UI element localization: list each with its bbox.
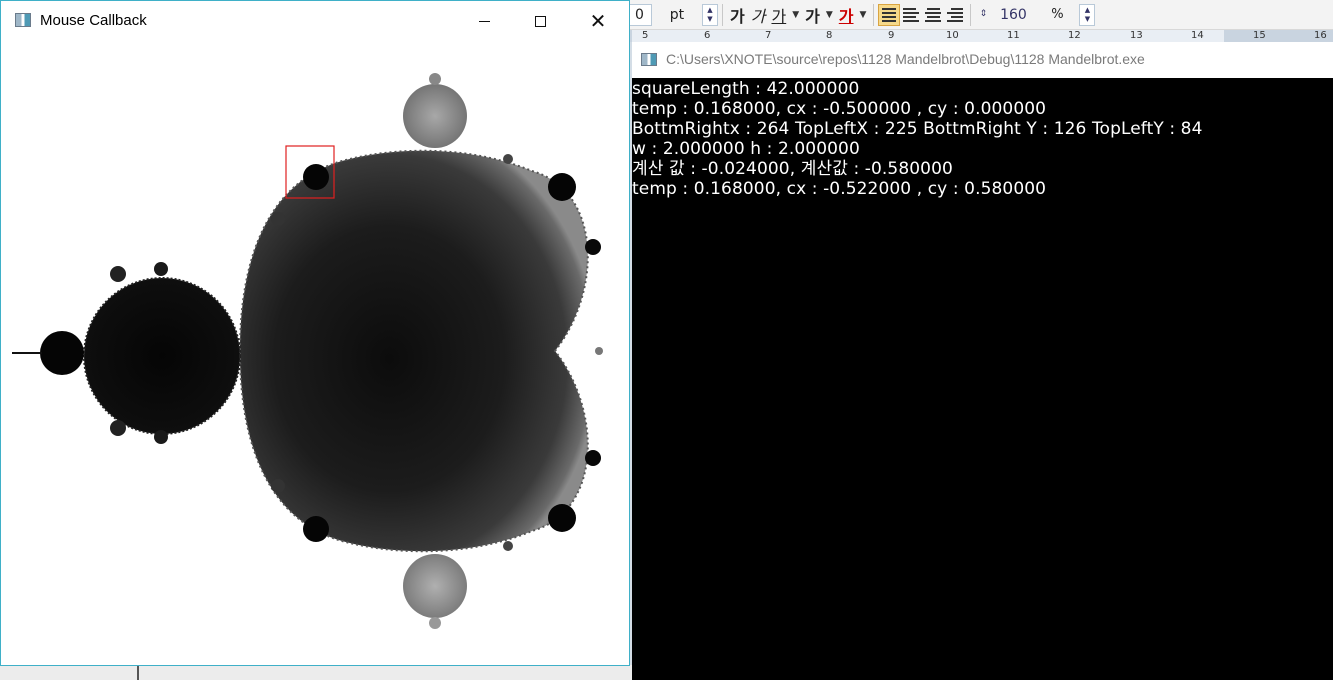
console-line: BottmRightx : 264 TopLeftX : 225 BottmRi… <box>632 119 1203 139</box>
ruler-number: 9 <box>888 30 895 41</box>
line-spacing-unit: % <box>1051 7 1064 22</box>
align-center-icon[interactable] <box>922 4 944 26</box>
close-icon: ✕ <box>589 9 607 33</box>
align-right-icon[interactable] <box>944 4 966 26</box>
console-titlebar[interactable]: C:\Users\XNOTE\source\repos\1128 Mandelb… <box>632 42 1333 78</box>
maximize-button[interactable] <box>517 1 563 41</box>
font-color-dropdown-icon[interactable]: ▼ <box>857 10 870 20</box>
toolbar-divider <box>873 3 875 26</box>
toolbar-divider <box>722 3 723 26</box>
strikethrough-dropdown-icon[interactable]: ▼ <box>823 10 836 20</box>
background-toolbar: 0 pt ▲ ▼ 가 가 가 ▼ 가 ▼ 가 ▼ ⇕ 160 % ▲ ▼ <box>628 0 1333 30</box>
background-statusbar <box>0 665 632 680</box>
font-size-field[interactable]: 0 <box>628 3 652 26</box>
ruler-number: 14 <box>1191 30 1204 41</box>
console-icon <box>641 53 657 66</box>
close-button[interactable]: ✕ <box>575 1 621 41</box>
mandelbrot-main-cardioid <box>238 149 589 553</box>
ruler-number: 13 <box>1130 30 1143 41</box>
italic-button[interactable]: 가 <box>748 3 769 27</box>
ruler-number: 11 <box>1007 30 1020 41</box>
console-window: C:\Users\XNOTE\source\repos\1128 Mandelb… <box>632 42 1333 680</box>
ruler-number: 15 <box>1253 30 1266 41</box>
underline-button[interactable]: 가 <box>768 3 789 27</box>
minimize-icon <box>478 20 490 22</box>
mandelbrot-bottom-bulb <box>403 554 467 618</box>
mouse-callback-window: Mouse Callback ✕ <box>0 0 630 666</box>
bold-button[interactable]: 가 <box>727 3 748 27</box>
font-size-unit: pt <box>669 6 685 23</box>
console-output[interactable]: squareLength : 42.000000 temp : 0.168000… <box>632 78 1333 680</box>
mandelbrot-top-bulb <box>403 84 467 148</box>
ruler-number: 16 <box>1314 30 1327 41</box>
ruler-number: 10 <box>946 30 959 41</box>
underline-dropdown-icon[interactable]: ▼ <box>789 10 802 20</box>
minimize-button[interactable] <box>461 1 507 41</box>
app-window-icon <box>15 13 31 27</box>
console-line: temp : 0.168000, cx : -0.522000 , cy : 0… <box>632 179 1047 199</box>
ruler-number: 5 <box>642 30 649 41</box>
font-color-button[interactable]: 가 <box>836 3 857 27</box>
ruler-number: 7 <box>765 30 772 41</box>
console-line: 계산 값 : -0.024000, 계산값 : -0.580000 <box>632 159 953 179</box>
font-size-spinner[interactable]: ▲ ▼ <box>702 3 718 26</box>
ruler-number: 8 <box>826 30 833 41</box>
strikethrough-button[interactable]: 가 <box>802 3 823 27</box>
align-justify-icon[interactable] <box>878 3 901 26</box>
console-title: C:\Users\XNOTE\source\repos\1128 Mandelb… <box>666 51 1145 67</box>
ruler-number: 6 <box>704 30 711 41</box>
mandelbrot-far-left-bulb <box>40 331 84 375</box>
console-line: squareLength : 42.000000 <box>632 79 860 99</box>
toolbar-divider <box>970 3 972 26</box>
line-spacing-value[interactable]: 160 <box>991 3 1035 27</box>
console-line: w : 2.000000 h : 2.000000 <box>632 139 860 159</box>
console-line: temp : 0.168000, cx : -0.500000 , cy : 0… <box>632 99 1047 119</box>
mandelbrot-left-bulb <box>83 277 241 435</box>
line-spacing-spinner[interactable]: ▲ ▼ <box>1079 3 1096 26</box>
ruler: 5 6 7 8 9 10 11 12 13 14 15 16 <box>628 30 1333 42</box>
maximize-icon <box>534 15 546 27</box>
align-left-icon[interactable] <box>900 4 922 26</box>
mandelbrot-canvas[interactable] <box>2 41 629 666</box>
window-title: Mouse Callback <box>40 12 147 29</box>
mouse-callback-titlebar[interactable]: Mouse Callback ✕ <box>1 1 629 41</box>
ruler-number: 12 <box>1068 30 1081 41</box>
line-spacing-icon[interactable]: ⇕ <box>975 3 991 27</box>
